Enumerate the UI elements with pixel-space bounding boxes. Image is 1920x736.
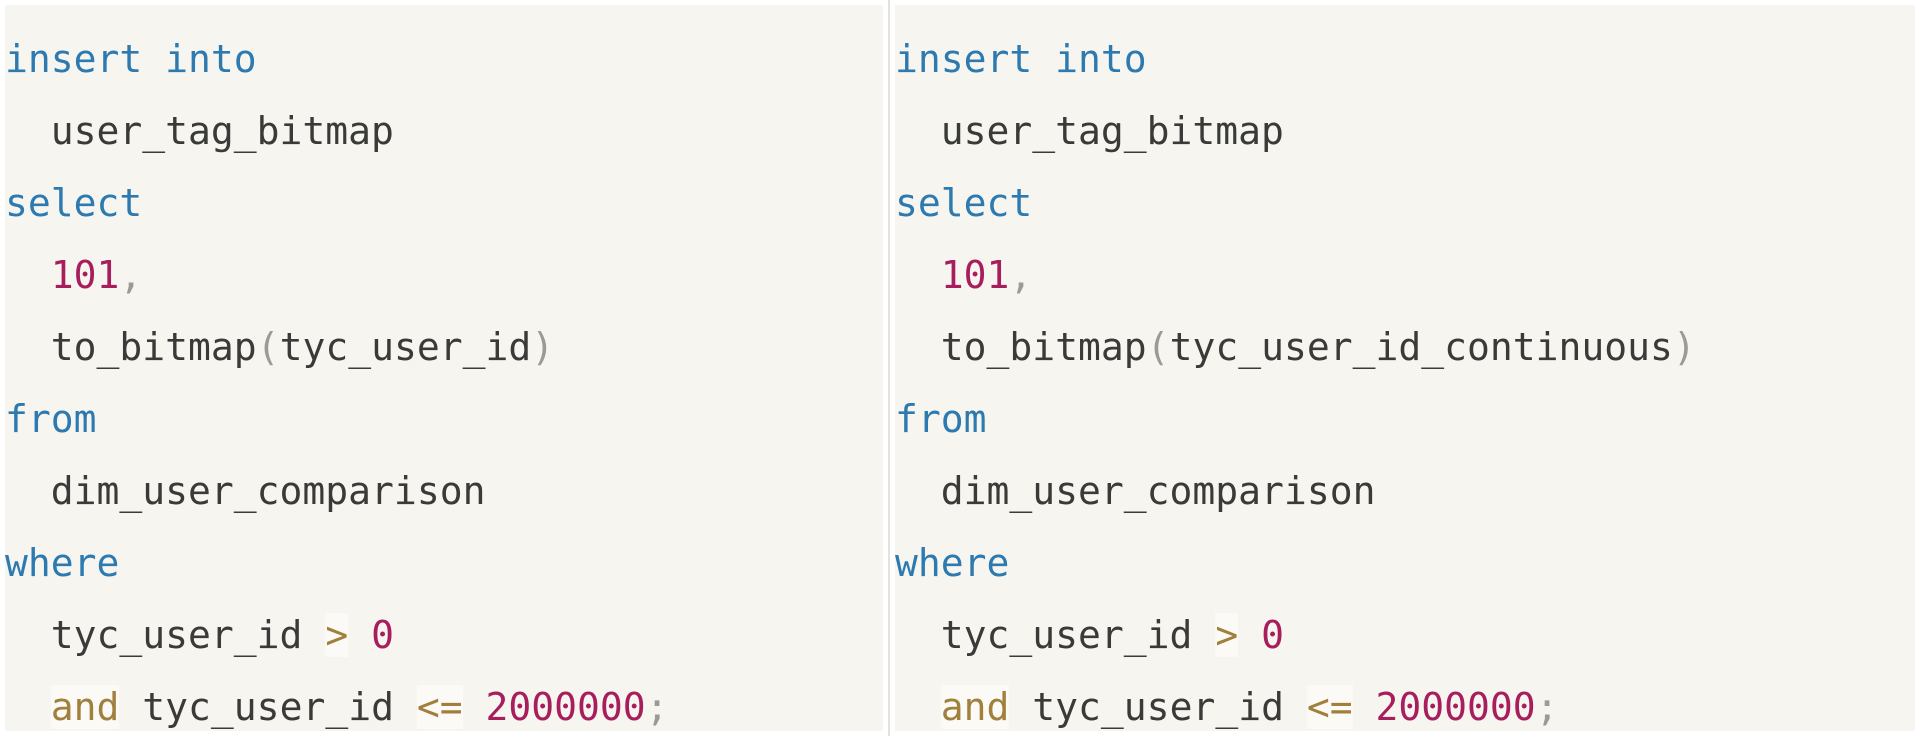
keyword-where: where — [895, 541, 1010, 585]
code-line: from — [895, 383, 1915, 455]
number-upper-bound: 2000000 — [1375, 685, 1536, 729]
keyword-where: where — [5, 541, 120, 585]
code-line: tyc_user_id > 0 — [5, 599, 883, 671]
number-lower-bound: 0 — [371, 613, 394, 657]
column-argument: tyc_user_id_continuous — [1169, 325, 1673, 369]
panel-divider — [883, 0, 895, 736]
code-line: where — [895, 527, 1915, 599]
code-line: to_bitmap(tyc_user_id) — [5, 311, 883, 383]
keyword-into: into — [1055, 37, 1147, 81]
keyword-insert: insert — [5, 37, 143, 81]
operator-greater-than: > — [1215, 613, 1239, 657]
code-line: 101, — [895, 239, 1915, 311]
code-line: insert into — [895, 23, 1915, 95]
code-line: and tyc_user_id <= 2000000; — [5, 671, 883, 731]
keyword-insert: insert — [895, 37, 1033, 81]
column-predicate: tyc_user_id — [1032, 685, 1284, 729]
column-predicate: tyc_user_id — [142, 685, 394, 729]
code-block-right[interactable]: insert into user_tag_bitmapselect 101, t… — [895, 5, 1915, 731]
code-line: 101, — [5, 239, 883, 311]
paren-close: ) — [531, 325, 555, 369]
number-upper-bound: 2000000 — [485, 685, 646, 729]
code-line: from — [5, 383, 883, 455]
code-line: dim_user_comparison — [895, 455, 1915, 527]
code-line: to_bitmap(tyc_user_id_continuous) — [895, 311, 1915, 383]
operator-less-equal: <= — [1306, 685, 1353, 729]
keyword-select: select — [895, 181, 1033, 225]
comma: , — [1009, 253, 1033, 297]
number-tag-id: 101 — [50, 253, 120, 297]
identifier-target-table: user_tag_bitmap — [50, 109, 394, 153]
function-to-bitmap: to_bitmap — [940, 325, 1147, 369]
paren-open: ( — [256, 325, 280, 369]
operator-greater-than: > — [325, 613, 349, 657]
code-line: user_tag_bitmap — [5, 95, 883, 167]
code-line: select — [895, 167, 1915, 239]
sql-snippet-right[interactable]: insert into user_tag_bitmapselect 101, t… — [895, 5, 1915, 731]
paren-open: ( — [1146, 325, 1170, 369]
number-lower-bound: 0 — [1261, 613, 1284, 657]
code-line: tyc_user_id > 0 — [895, 599, 1915, 671]
code-line: dim_user_comparison — [5, 455, 883, 527]
sql-snippet-left[interactable]: insert into user_tag_bitmapselect 101, t… — [5, 5, 883, 731]
identifier-source-table: dim_user_comparison — [940, 469, 1376, 513]
keyword-from: from — [5, 397, 97, 441]
semicolon: ; — [1535, 685, 1559, 729]
keyword-into: into — [165, 37, 257, 81]
column-predicate: tyc_user_id — [940, 613, 1193, 657]
keyword-from: from — [895, 397, 987, 441]
code-comparison-view: insert into user_tag_bitmapselect 101, t… — [0, 0, 1920, 736]
comma: , — [119, 253, 143, 297]
keyword-and: and — [940, 685, 1010, 729]
paren-close: ) — [1672, 325, 1696, 369]
code-line: insert into — [5, 23, 883, 95]
code-line: select — [5, 167, 883, 239]
column-argument: tyc_user_id — [279, 325, 532, 369]
keyword-select: select — [5, 181, 143, 225]
code-line: where — [5, 527, 883, 599]
semicolon: ; — [645, 685, 669, 729]
column-predicate: tyc_user_id — [50, 613, 303, 657]
function-to-bitmap: to_bitmap — [50, 325, 257, 369]
identifier-source-table: dim_user_comparison — [50, 469, 486, 513]
keyword-and: and — [50, 685, 120, 729]
code-block-left[interactable]: insert into user_tag_bitmapselect 101, t… — [5, 5, 883, 731]
code-line: user_tag_bitmap — [895, 95, 1915, 167]
operator-less-equal: <= — [416, 685, 463, 729]
number-tag-id: 101 — [940, 253, 1010, 297]
code-line: and tyc_user_id <= 2000000; — [895, 671, 1915, 731]
identifier-target-table: user_tag_bitmap — [940, 109, 1284, 153]
